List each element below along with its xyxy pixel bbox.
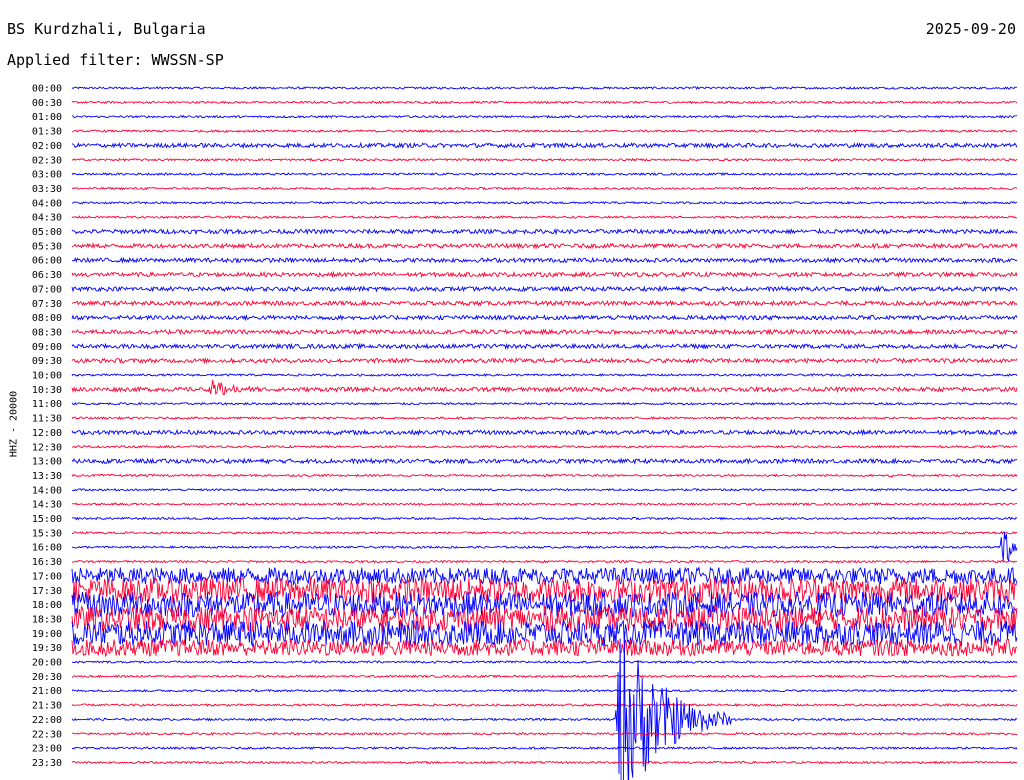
- row-time-label: 21:30: [32, 701, 62, 712]
- row-time-label: 04:30: [32, 213, 62, 224]
- trace-1930: [71, 638, 1018, 658]
- row-time-label: 12:30: [32, 442, 62, 453]
- trace-1000: [71, 373, 1018, 377]
- row-time-label: 19:00: [32, 629, 62, 640]
- row-time-label: 06:30: [32, 270, 62, 281]
- row-time-label: 15:30: [32, 528, 62, 539]
- helicorder-plot: 00:00 00:30 01:00 01:30 02:00 02:30 03:00 03:30…: [32, 84, 1018, 780]
- trace-0600: [71, 256, 1018, 264]
- trace-1400: [71, 487, 1018, 492]
- trace-1300: [71, 457, 1018, 465]
- trace-1500: [71, 516, 1018, 521]
- row-time-label: 08:00: [32, 313, 62, 324]
- trace-1630: [71, 559, 1017, 564]
- row-time-label: 00:30: [32, 98, 62, 109]
- trace-1030: [71, 379, 1018, 396]
- row-time-label: 20:00: [32, 658, 62, 669]
- trace-0430: [71, 215, 1018, 220]
- row-time-label: 22:00: [32, 715, 62, 726]
- row-time-label: 11:00: [32, 399, 62, 410]
- trace-1430: [71, 502, 1018, 507]
- row-time-label: 02:00: [32, 141, 62, 152]
- row-time-label: 00:00: [32, 84, 62, 95]
- row-time-label: 18:30: [32, 614, 62, 625]
- row-time-label: 09:30: [32, 356, 62, 367]
- trace-2330: [71, 760, 1018, 765]
- trace-0000: [71, 86, 1018, 90]
- row-time-label: 02:30: [32, 155, 62, 166]
- row-time-label: 17:30: [32, 586, 62, 597]
- trace-0730: [71, 299, 1018, 308]
- row-time-label: 05:00: [32, 227, 62, 238]
- trace-1100: [71, 401, 1018, 406]
- trace-0200: [71, 141, 1018, 149]
- row-time-label: 23:30: [32, 758, 62, 769]
- trace-2230: [71, 731, 1017, 736]
- trace-0230: [72, 157, 1018, 162]
- row-time-label: 03:00: [32, 170, 62, 181]
- row-time-label: 04:00: [32, 198, 62, 209]
- row-time-label: 14:00: [32, 485, 62, 496]
- row-time-label: 13:00: [32, 457, 62, 468]
- trace-1900: [71, 619, 1018, 648]
- trace-0830: [71, 328, 1018, 336]
- row-time-label: 10:00: [32, 371, 62, 382]
- row-time-label: 13:30: [32, 471, 62, 482]
- row-time-label: 01:30: [32, 127, 62, 138]
- trace-0530: [71, 242, 1018, 250]
- trace-0300: [71, 172, 1018, 177]
- trace-0400: [71, 200, 1018, 205]
- row-time-label: 17:00: [32, 571, 62, 582]
- trace-2030: [71, 674, 1017, 679]
- row-time-label: 23:00: [32, 744, 62, 755]
- row-time-label: 10:30: [32, 385, 62, 396]
- row-time-label: 16:30: [32, 557, 62, 568]
- row-time-label: 03:30: [32, 184, 62, 195]
- row-time-label: 06:00: [32, 256, 62, 267]
- trace-0100: [71, 114, 1018, 119]
- trace-0330: [71, 186, 1018, 191]
- row-time-label: 09:00: [32, 342, 62, 353]
- trace-2100: [71, 688, 1018, 693]
- trace-2130: [71, 703, 1018, 708]
- trace-0930: [71, 357, 1018, 365]
- trace-1330: [71, 473, 1018, 478]
- row-time-label: 05:30: [32, 241, 62, 252]
- trace-1600: [71, 531, 1018, 563]
- trace-1530: [71, 530, 1018, 535]
- row-time-label: 16:00: [32, 543, 62, 554]
- row-time-label: 20:30: [32, 672, 62, 683]
- row-time-label: 07:30: [32, 299, 62, 310]
- trace-1230: [71, 444, 1018, 449]
- row-time-label: 08:30: [32, 327, 62, 338]
- trace-1130: [71, 415, 1018, 421]
- row-time-label: 22:30: [32, 729, 62, 740]
- row-time-label: 21:00: [32, 686, 62, 697]
- trace-0030: [71, 100, 1018, 105]
- row-time-label: 11:30: [32, 414, 62, 425]
- trace-2000: [71, 660, 1018, 664]
- row-time-label: 15:00: [32, 514, 62, 525]
- trace-1200: [71, 428, 1018, 437]
- row-time-label: 12:00: [32, 428, 62, 439]
- row-time-label: 19:30: [32, 643, 62, 654]
- row-time-label: 18:00: [32, 600, 62, 611]
- trace-1700: [71, 565, 1018, 587]
- trace-2300: [71, 746, 1018, 751]
- trace-0800: [71, 313, 1018, 322]
- trace-0700: [71, 285, 1018, 293]
- row-time-label: 14:30: [32, 500, 62, 511]
- trace-0500: [71, 227, 1018, 236]
- trace-0900: [71, 342, 1018, 351]
- trace-0630: [71, 270, 1018, 279]
- row-time-label: 01:00: [32, 112, 62, 123]
- trace-0130: [71, 129, 1018, 134]
- trace-1730: [71, 576, 1018, 605]
- row-time-label: 07:00: [32, 284, 62, 295]
